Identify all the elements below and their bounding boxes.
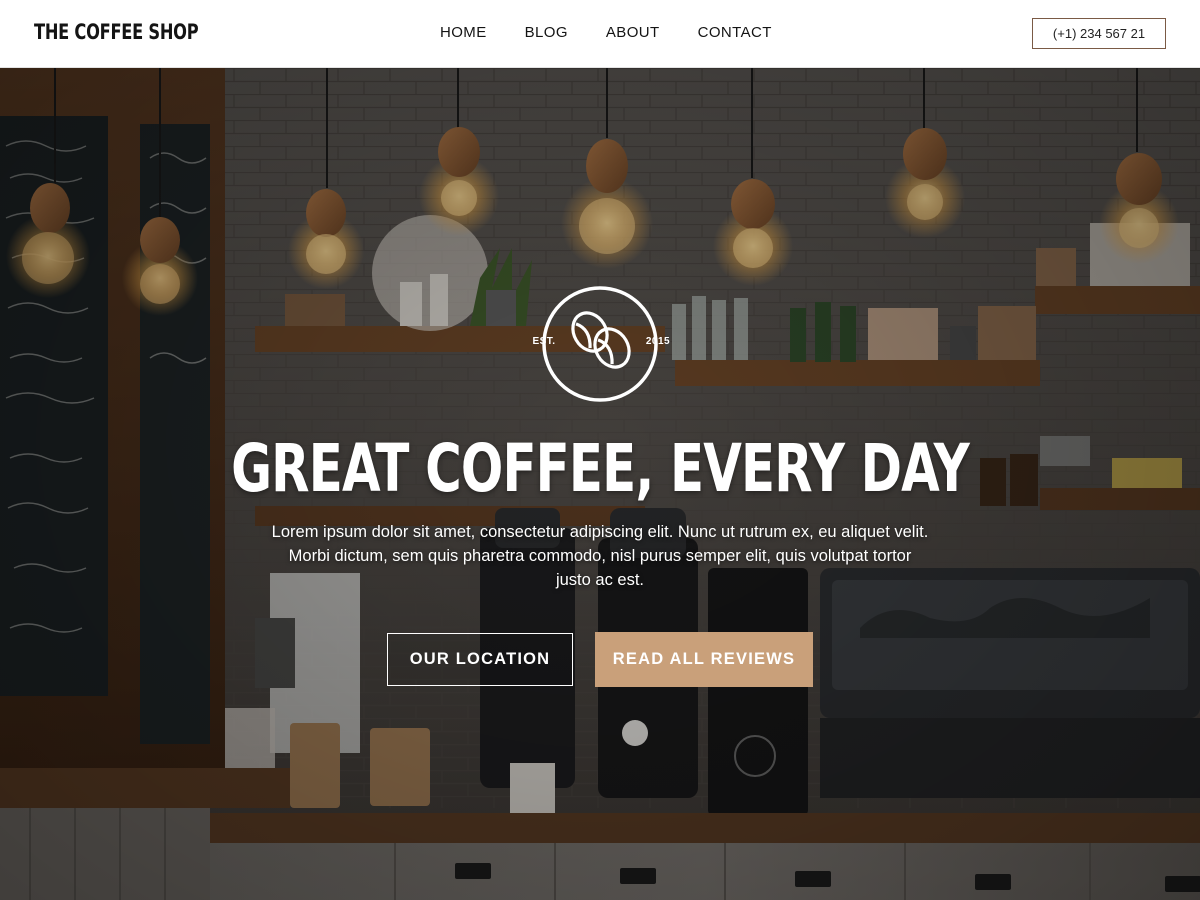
site-logo[interactable]: THE COFFEE SHOP [34,20,199,44]
nav-blog[interactable]: BLOG [525,24,568,41]
hero-section: EST. 2015 GREAT COFFEE, EVERY DAY Lorem … [0,68,1200,900]
nav-about[interactable]: ABOUT [606,24,660,41]
badge-text-left: EST. [532,336,556,347]
nav-home[interactable]: HOME [440,24,487,41]
hero-headline: GREAT COFFEE, EVERY DAY [231,430,970,507]
phone-button[interactable]: (+1) 234 567 21 [1032,18,1166,49]
main-nav: HOME BLOG ABOUT CONTACT [440,24,810,41]
our-location-button[interactable]: OUR LOCATION [387,633,573,686]
nav-contact[interactable]: CONTACT [698,24,772,41]
site-header: THE COFFEE SHOP HOME BLOG ABOUT CONTACT … [0,0,1200,68]
hero-description: Lorem ipsum dolor sit amet, consectetur … [271,523,929,589]
badge-text-right: 2015 [645,336,671,347]
read-all-reviews-button[interactable]: READ ALL REVIEWS [595,632,813,687]
